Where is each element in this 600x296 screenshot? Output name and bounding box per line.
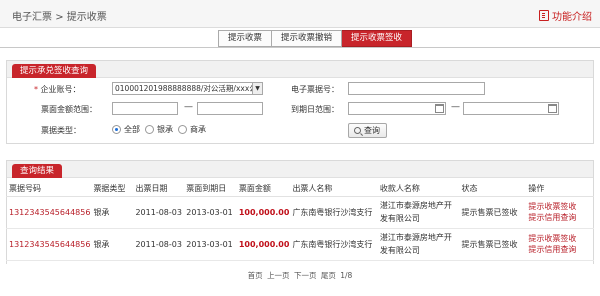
bill-type-cell: 银承 [90, 196, 133, 229]
issue-date-cell: 2011-08-03 [132, 228, 184, 261]
prev-page-link[interactable]: 上一页 [267, 271, 290, 280]
radio-selected-icon [112, 125, 121, 134]
due-date-cell: 2013-03-01 [183, 196, 236, 229]
payee-cell: 湛江市泰源房地产开发有限公司 [376, 196, 459, 229]
table-row: 1312343545644856 银承 2011-08-03 2013-03-0… [6, 196, 594, 229]
drawer-cell: 广东南粤银行沙湾支行 [289, 228, 377, 261]
breadcrumb-current: 提示收票 [66, 12, 107, 23]
amount-to-input[interactable] [197, 102, 263, 115]
tab-present-receipt-revoke[interactable]: 提示收票撤销 [272, 30, 343, 47]
range-dash: — [184, 102, 193, 112]
column-header: 出票人名称 [289, 181, 377, 197]
sign-receipt-link[interactable]: 提示收票签收 [528, 201, 594, 212]
first-page-link[interactable]: 首页 [248, 271, 263, 280]
due-date-cell: 2013-03-01 [183, 228, 236, 261]
drawer-cell: 广东南粤银行沙湾支行 [289, 196, 377, 229]
tab-divider [0, 47, 600, 48]
bill-type-label: 票据类型： [41, 126, 81, 135]
calendar-icon[interactable] [548, 104, 557, 113]
column-header: 票据号码 [6, 181, 91, 197]
column-header: 票面到期日 [183, 181, 236, 197]
credit-query-link[interactable]: 提示信用查询 [528, 244, 594, 255]
bill-type-bank-radio[interactable]: 银承 [145, 124, 173, 135]
tab-present-receipt[interactable]: 提示收票 [218, 30, 273, 47]
due-to-input[interactable] [463, 102, 559, 115]
breadcrumb-root[interactable]: 电子汇票 [12, 8, 52, 23]
table-row: 1312343545644856 银承 2011-08-03 2013-03-0… [6, 228, 594, 261]
column-header: 操作 [525, 181, 594, 197]
amount-cell: 100,000.00 [235, 196, 290, 229]
search-icon [354, 127, 361, 134]
pagination: 首页 上一页 下一页 尾页 1/8 [0, 270, 600, 281]
book-icon [539, 10, 549, 21]
results-panel-header: 查询结果 [7, 161, 593, 178]
sign-receipt-link[interactable]: 提示收票签收 [528, 233, 594, 244]
column-header: 票据类型 [90, 181, 133, 197]
column-header: 出票日期 [132, 181, 184, 197]
due-from-input[interactable] [348, 102, 446, 115]
radio-icon [178, 125, 187, 134]
query-panel-header: 提示承兑签收查询 [7, 61, 593, 78]
bill-type-commercial-radio[interactable]: 商承 [178, 124, 206, 135]
tab-present-receipt-sign[interactable]: 提示收票签收 [342, 30, 413, 47]
bill-no-label: 电子票据号： [291, 85, 339, 94]
next-page-link[interactable]: 下一页 [294, 271, 317, 280]
help-link[interactable]: 功能介绍 [539, 8, 592, 23]
column-header: 收款人名称 [376, 181, 459, 197]
results-table: 票据号码 票据类型 出票日期 票面到期日 票面金额 出票人名称 收款人名称 状态… [6, 181, 594, 261]
amount-range-label: 票面金额范围： [41, 105, 97, 114]
payee-cell: 湛江市泰源房地产开发有限公司 [376, 228, 459, 261]
company-account-label: * 企业账号： [34, 85, 81, 94]
status-cell: 提示售票已签收 [458, 228, 526, 261]
company-account-select[interactable]: 010001201988888888/对公活期/xxx公 ▼ [112, 82, 263, 95]
breadcrumb-separator: > [55, 12, 64, 23]
page-indicator: 1/8 [340, 271, 353, 280]
table-header-row: 票据号码 票据类型 出票日期 票面到期日 票面金额 出票人名称 收款人名称 状态… [6, 181, 594, 197]
bill-type-cell: 银承 [90, 228, 133, 261]
last-page-link[interactable]: 尾页 [321, 271, 336, 280]
column-header: 状态 [458, 181, 526, 197]
calendar-icon[interactable] [435, 104, 444, 113]
bill-no-cell[interactable]: 1312343545644856 [6, 228, 91, 261]
due-range-label: 到期日范围： [291, 105, 339, 114]
issue-date-cell: 2011-08-03 [132, 196, 184, 229]
bill-no-input[interactable] [348, 82, 485, 95]
results-panel-title: 查询结果 [12, 164, 63, 178]
query-button[interactable]: 查询 [348, 123, 387, 138]
range-dash: — [451, 102, 460, 112]
amount-cell: 100,000.00 [235, 228, 290, 261]
help-label: 功能介绍 [552, 12, 592, 23]
query-panel-title: 提示承兑签收查询 [12, 64, 97, 78]
chevron-down-icon: ▼ [252, 83, 262, 94]
breadcrumb: 电子汇票 > 提示收票 [12, 8, 107, 23]
actions-cell: 提示收票签收 提示信用查询 [525, 228, 594, 261]
amount-from-input[interactable] [112, 102, 178, 115]
actions-cell: 提示收票签收 提示信用查询 [525, 196, 594, 229]
status-cell: 提示售票已签收 [458, 196, 526, 229]
bill-type-all-radio[interactable]: 全部 [112, 124, 140, 135]
tab-bar: 提示收票 提示收票撤销 提示收票签收 [218, 30, 413, 47]
required-star: * [34, 85, 38, 94]
credit-query-link[interactable]: 提示信用查询 [528, 212, 594, 223]
bill-no-cell[interactable]: 1312343545644856 [6, 196, 91, 229]
column-header: 票面金额 [235, 181, 290, 197]
radio-icon [145, 125, 154, 134]
